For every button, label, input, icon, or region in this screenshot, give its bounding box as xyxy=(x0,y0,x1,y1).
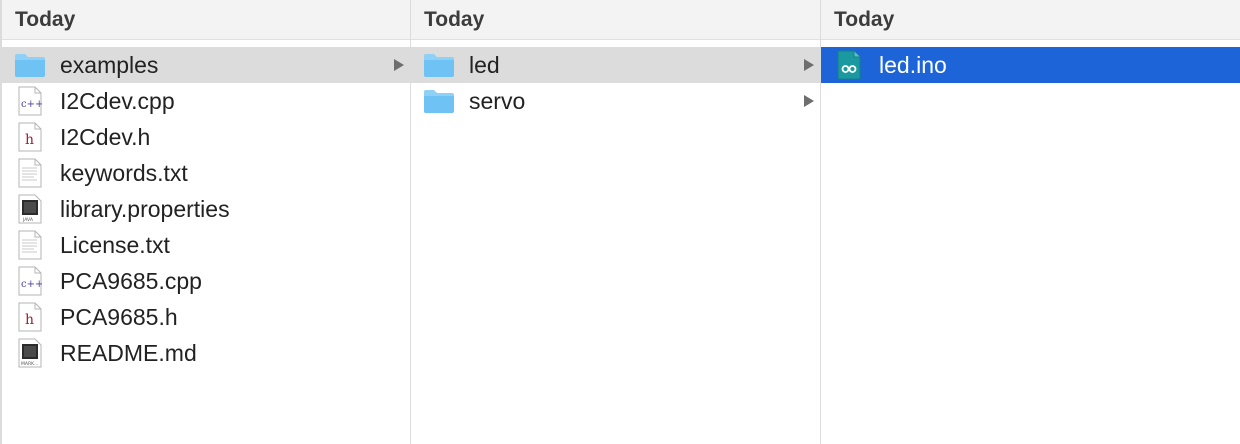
svg-text:c++: c++ xyxy=(21,99,42,110)
column-examples[interactable]: Today led servo xyxy=(411,0,821,444)
markdown-file-icon: MARK... xyxy=(14,337,46,369)
column-header[interactable]: Today xyxy=(411,0,820,40)
item-label: keywords.txt xyxy=(60,159,188,186)
item-label: PCA9685.h xyxy=(60,303,178,330)
item-label: led.ino xyxy=(879,51,947,78)
disclosure-arrow-icon xyxy=(804,59,814,71)
list-item-pca9685-cpp[interactable]: c++ PCA9685.cpp xyxy=(2,263,410,299)
list-item-examples[interactable]: examples xyxy=(2,47,410,83)
text-file-icon xyxy=(14,229,46,261)
disclosure-arrow-icon xyxy=(394,59,404,71)
cpp-file-icon: c++ xyxy=(14,85,46,117)
column-root[interactable]: Today examples c++ I2Cdev.cpp h I2Cdev.h… xyxy=(0,0,411,444)
header-file-icon: h xyxy=(14,121,46,153)
item-label: PCA9685.cpp xyxy=(60,267,202,294)
folder-icon xyxy=(423,49,455,81)
header-file-icon: h xyxy=(14,301,46,333)
svg-text:h: h xyxy=(25,132,34,148)
folder-icon xyxy=(423,85,455,117)
svg-text:c++: c++ xyxy=(21,279,42,290)
svg-text:MARK...: MARK... xyxy=(21,361,38,367)
text-file-icon xyxy=(14,157,46,189)
item-label: servo xyxy=(469,87,526,114)
list-item-i2cdev-cpp[interactable]: c++ I2Cdev.cpp xyxy=(2,83,410,119)
arduino-file-icon xyxy=(833,49,865,81)
folder-icon xyxy=(14,49,46,81)
list-item-library-properties[interactable]: JAVA library.properties xyxy=(2,191,410,227)
svg-text:JAVA: JAVA xyxy=(22,217,34,223)
file-list: led servo xyxy=(411,40,820,119)
item-label: library.properties xyxy=(60,195,230,222)
list-item-license-txt[interactable]: License.txt xyxy=(2,227,410,263)
file-list: led.ino xyxy=(821,40,1240,83)
column-led[interactable]: Today led.ino xyxy=(821,0,1240,444)
list-item-servo-folder[interactable]: servo xyxy=(411,83,820,119)
list-item-led-folder[interactable]: led xyxy=(411,47,820,83)
java-file-icon: JAVA xyxy=(14,193,46,225)
item-label: I2Cdev.h xyxy=(60,123,151,150)
list-item-readme-md[interactable]: MARK... README.md xyxy=(2,335,410,371)
item-label: README.md xyxy=(60,339,197,366)
item-label: examples xyxy=(60,51,159,78)
list-item-i2cdev-h[interactable]: h I2Cdev.h xyxy=(2,119,410,155)
column-header[interactable]: Today xyxy=(2,0,410,40)
list-item-led-ino[interactable]: led.ino xyxy=(821,47,1240,83)
list-item-pca9685-h[interactable]: h PCA9685.h xyxy=(2,299,410,335)
disclosure-arrow-icon xyxy=(804,95,814,107)
column-header[interactable]: Today xyxy=(821,0,1240,40)
svg-text:h: h xyxy=(25,312,34,328)
cpp-file-icon: c++ xyxy=(14,265,46,297)
column-browser: Today examples c++ I2Cdev.cpp h I2Cdev.h… xyxy=(0,0,1240,444)
item-label: I2Cdev.cpp xyxy=(60,87,175,114)
list-item-keywords-txt[interactable]: keywords.txt xyxy=(2,155,410,191)
file-list: examples c++ I2Cdev.cpp h I2Cdev.h keywo… xyxy=(2,40,410,371)
item-label: led xyxy=(469,51,500,78)
item-label: License.txt xyxy=(60,231,170,258)
